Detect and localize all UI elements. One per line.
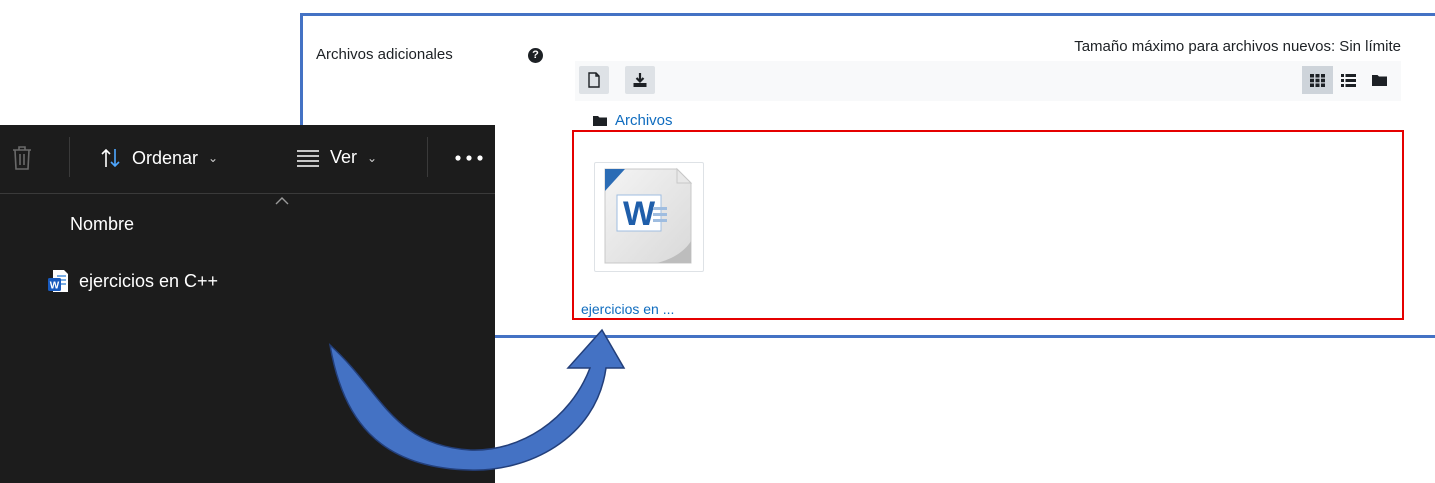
more-icon[interactable] (454, 154, 486, 162)
breadcrumb: Archivos (593, 112, 673, 129)
toolbar-separator (69, 137, 70, 177)
files-drop-area[interactable]: W ejercicios en ... (572, 130, 1404, 320)
file-add-icon (588, 72, 600, 88)
sort-icon (101, 148, 120, 168)
svg-text:W: W (623, 195, 656, 233)
add-file-button[interactable] (579, 66, 609, 94)
field-label: Archivos adicionales (316, 46, 453, 63)
view-button[interactable]: Ver ⌄ (296, 147, 377, 168)
grid-view-button[interactable] (1302, 66, 1333, 94)
file-manager-toolbar (575, 61, 1401, 101)
file-row[interactable]: W ejercicios en C++ (47, 269, 218, 293)
toolbar-separator (427, 137, 428, 177)
grid-view-icon (1310, 73, 1325, 87)
question-circle-icon[interactable]: ? (528, 48, 543, 63)
folder-icon (593, 116, 607, 126)
word-document-icon: W (604, 167, 693, 264)
list-view-button[interactable] (1333, 66, 1364, 94)
view-label: Ver (330, 147, 358, 167)
download-all-button[interactable] (625, 66, 655, 94)
breadcrumb-link[interactable]: Archivos (615, 112, 673, 129)
view-switcher (1302, 66, 1395, 94)
chevron-down-icon: ⌄ (208, 151, 219, 165)
file-name[interactable]: ejercicios en ... (581, 301, 674, 317)
file-name: ejercicios en C++ (79, 270, 219, 291)
sort-button[interactable]: Ordenar ⌄ (100, 147, 218, 169)
max-size-text: Tamaño máximo para archivos nuevos: Sin … (1074, 38, 1401, 55)
trash-icon[interactable] (11, 145, 33, 171)
list-view-icon (1341, 73, 1356, 87)
sort-label: Ordenar (132, 147, 199, 168)
tree-view-icon (1372, 75, 1387, 86)
file-explorer-window: Ordenar ⌄ Ver ⌄ Nombre W ejercicios en C… (0, 125, 495, 483)
file-thumbnail[interactable]: W (594, 162, 704, 272)
tree-view-button[interactable] (1364, 66, 1395, 94)
word-document-icon: W (48, 270, 68, 292)
explorer-toolbar: Ordenar ⌄ Ver ⌄ (0, 125, 495, 194)
chevron-down-icon: ⌄ (367, 150, 378, 165)
sort-ascending-icon (275, 197, 289, 205)
svg-text:W: W (50, 281, 60, 292)
column-header-name[interactable]: Nombre (70, 214, 134, 235)
download-icon (633, 73, 647, 87)
view-lines-icon (297, 149, 319, 167)
